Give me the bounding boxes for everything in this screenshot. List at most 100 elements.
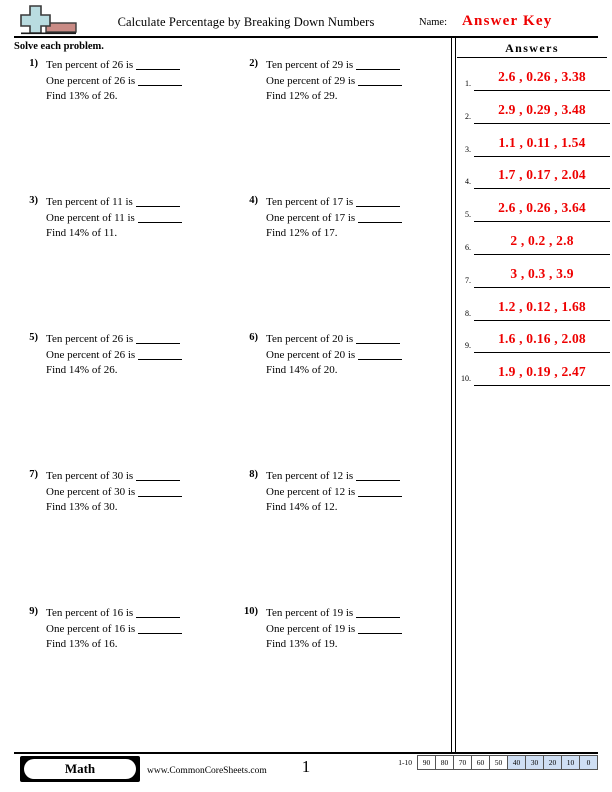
problem-text: Ten percent of 19 is	[266, 607, 354, 619]
problem-line-find: Find 14% of 20.	[266, 364, 338, 376]
answer-blank[interactable]	[358, 212, 403, 223]
answer-row: 6. 2 , 0.2 , 2.8	[457, 230, 612, 263]
problem-text: One percent of 29 is	[266, 74, 356, 87]
problem-text: Ten percent of 11 is	[46, 196, 133, 208]
problem-line-ten-percent: Ten percent of 17 is	[266, 195, 450, 211]
problem-number: 7)	[29, 469, 38, 480]
problem-number: 8)	[249, 469, 258, 480]
score-cell-20: 20	[544, 755, 562, 770]
score-cell-80: 80	[436, 755, 454, 770]
score-scale: 1-10 90 80 70 60 50 40 30 20 10 0	[398, 755, 598, 770]
answer-blank[interactable]	[136, 59, 181, 70]
answer-value: 2.6 , 0.26 , 3.38	[498, 69, 586, 84]
answer-row: 8. 1.2 , 0.12 , 1.68	[457, 296, 612, 329]
problem-item-8: 8) Ten percent of 12 is One percent of 1…	[234, 469, 450, 516]
subject-badge: Math	[20, 756, 140, 782]
score-cell-60: 60	[472, 755, 490, 770]
answer-slot[interactable]: 2.6 , 0.26 , 3.38	[474, 66, 610, 91]
problem-line-ten-percent: Ten percent of 20 is	[266, 332, 450, 348]
problem-line-ten-percent: Ten percent of 16 is	[46, 606, 230, 622]
answer-slot[interactable]: 1.9 , 0.19 , 2.47	[474, 361, 610, 387]
answer-blank[interactable]	[138, 623, 183, 634]
answer-row: 9. 1.6 , 0.16 , 2.08	[457, 328, 612, 361]
answer-number: 7.	[465, 275, 471, 285]
problem-item-10: 10) Ten percent of 19 is One percent of …	[234, 606, 450, 653]
name-label: Name:	[419, 17, 447, 28]
problem-line-find: Find 13% of 26.	[46, 90, 118, 102]
score-cell-40: 40	[508, 755, 526, 770]
problem-item-2: 2) Ten percent of 29 is One percent of 2…	[234, 58, 450, 105]
problem-line-find: Find 13% of 16.	[46, 638, 118, 650]
answer-value: 1.1 , 0.11 , 1.54	[498, 134, 586, 150]
problem-line-ten-percent: Ten percent of 30 is	[46, 469, 230, 485]
answer-slot[interactable]: 2 , 0.2 , 2.8	[474, 230, 610, 255]
score-cell-0: 0	[580, 755, 598, 770]
problem-line-one-percent: One percent of 17 is	[266, 211, 450, 227]
problems-grid: 1) Ten percent of 26 is One percent of 2…	[14, 58, 446, 743]
answer-value: 2.9 , 0.29 , 3.48	[498, 101, 586, 117]
answer-blank[interactable]	[356, 333, 401, 344]
problem-number: 10)	[244, 606, 258, 617]
answer-blank[interactable]	[358, 75, 403, 86]
score-cell-70: 70	[454, 755, 472, 770]
answer-number: 8.	[465, 308, 471, 318]
answer-blank[interactable]	[135, 196, 180, 207]
answer-row: 3. 1.1 , 0.11 , 1.54	[457, 132, 612, 165]
answer-blank[interactable]	[138, 349, 183, 360]
answer-blank[interactable]	[136, 470, 181, 481]
problem-text: Ten percent of 26 is	[46, 333, 134, 345]
problem-line-one-percent: One percent of 29 is	[266, 74, 450, 90]
problem-text: One percent of 26 is	[46, 348, 136, 361]
answer-blank[interactable]	[358, 623, 403, 634]
problem-line-one-percent: One percent of 16 is	[46, 622, 230, 638]
answer-blank[interactable]	[137, 212, 182, 223]
problem-text: Ten percent of 30 is	[46, 470, 134, 482]
answer-slot[interactable]: 2.9 , 0.29 , 3.48	[474, 99, 610, 124]
answer-blank[interactable]	[356, 196, 401, 207]
problem-text: Ten percent of 12 is	[266, 470, 354, 482]
problem-text: Ten percent of 29 is	[266, 59, 354, 71]
answer-blank[interactable]	[358, 349, 403, 360]
answer-blank[interactable]	[356, 59, 401, 70]
problem-line-find: Find 13% of 19.	[266, 638, 338, 650]
answer-value: 3 , 0.3 , 3.9	[510, 265, 574, 281]
problem-line-ten-percent: Ten percent of 26 is	[46, 58, 230, 74]
problem-line-find: Find 12% of 29.	[266, 90, 338, 102]
problem-number: 2)	[249, 58, 258, 69]
answer-slot[interactable]: 1.2 , 0.12 , 1.68	[474, 296, 610, 321]
problem-line-one-percent: One percent of 26 is	[46, 348, 230, 364]
answer-slot[interactable]: 1.6 , 0.16 , 2.08	[474, 328, 610, 354]
answer-slot[interactable]: 1.1 , 0.11 , 1.54	[474, 132, 610, 157]
problem-row: 7) Ten percent of 30 is One percent of 3…	[14, 469, 446, 606]
problem-item-4: 4) Ten percent of 17 is One percent of 1…	[234, 195, 450, 242]
answer-slot[interactable]: 1.7 , 0.17 , 2.04	[474, 164, 610, 190]
answer-slot[interactable]: 3 , 0.3 , 3.9	[474, 263, 610, 288]
problem-line-one-percent: One percent of 11 is	[46, 211, 230, 227]
answer-blank[interactable]	[358, 486, 403, 497]
answer-blank[interactable]	[138, 486, 183, 497]
answer-blank[interactable]	[136, 333, 181, 344]
answer-value: 1.6 , 0.16 , 2.08	[498, 331, 586, 347]
answer-blank[interactable]	[356, 470, 401, 481]
problem-text: One percent of 19 is	[266, 622, 356, 635]
problem-number: 9)	[29, 606, 38, 617]
problem-line-one-percent: One percent of 20 is	[266, 348, 450, 364]
answer-value: 1.7 , 0.17 , 2.04	[498, 167, 586, 183]
answer-blank[interactable]	[356, 607, 401, 618]
answer-blank[interactable]	[138, 75, 183, 86]
problem-text: One percent of 12 is	[266, 485, 356, 498]
problem-line-one-percent: One percent of 19 is	[266, 622, 450, 638]
page-number: 1	[301, 757, 311, 776]
answer-blank[interactable]	[136, 607, 181, 618]
answer-number: 2.	[465, 111, 471, 121]
answer-row: 5. 2.6 , 0.26 , 3.64	[457, 197, 612, 230]
answer-slot[interactable]: 2.6 , 0.26 , 3.64	[474, 197, 610, 223]
answer-value: 2.6 , 0.26 , 3.64	[498, 200, 586, 216]
answer-row: 4. 1.7 , 0.17 , 2.04	[457, 164, 612, 197]
problem-line-ten-percent: Ten percent of 12 is	[266, 469, 450, 485]
problem-line-one-percent: One percent of 30 is	[46, 485, 230, 501]
problem-row: 1) Ten percent of 26 is One percent of 2…	[14, 58, 446, 195]
answer-number: 6.	[465, 242, 471, 252]
problem-line-one-percent: One percent of 26 is	[46, 74, 230, 90]
header-divider	[14, 36, 598, 38]
